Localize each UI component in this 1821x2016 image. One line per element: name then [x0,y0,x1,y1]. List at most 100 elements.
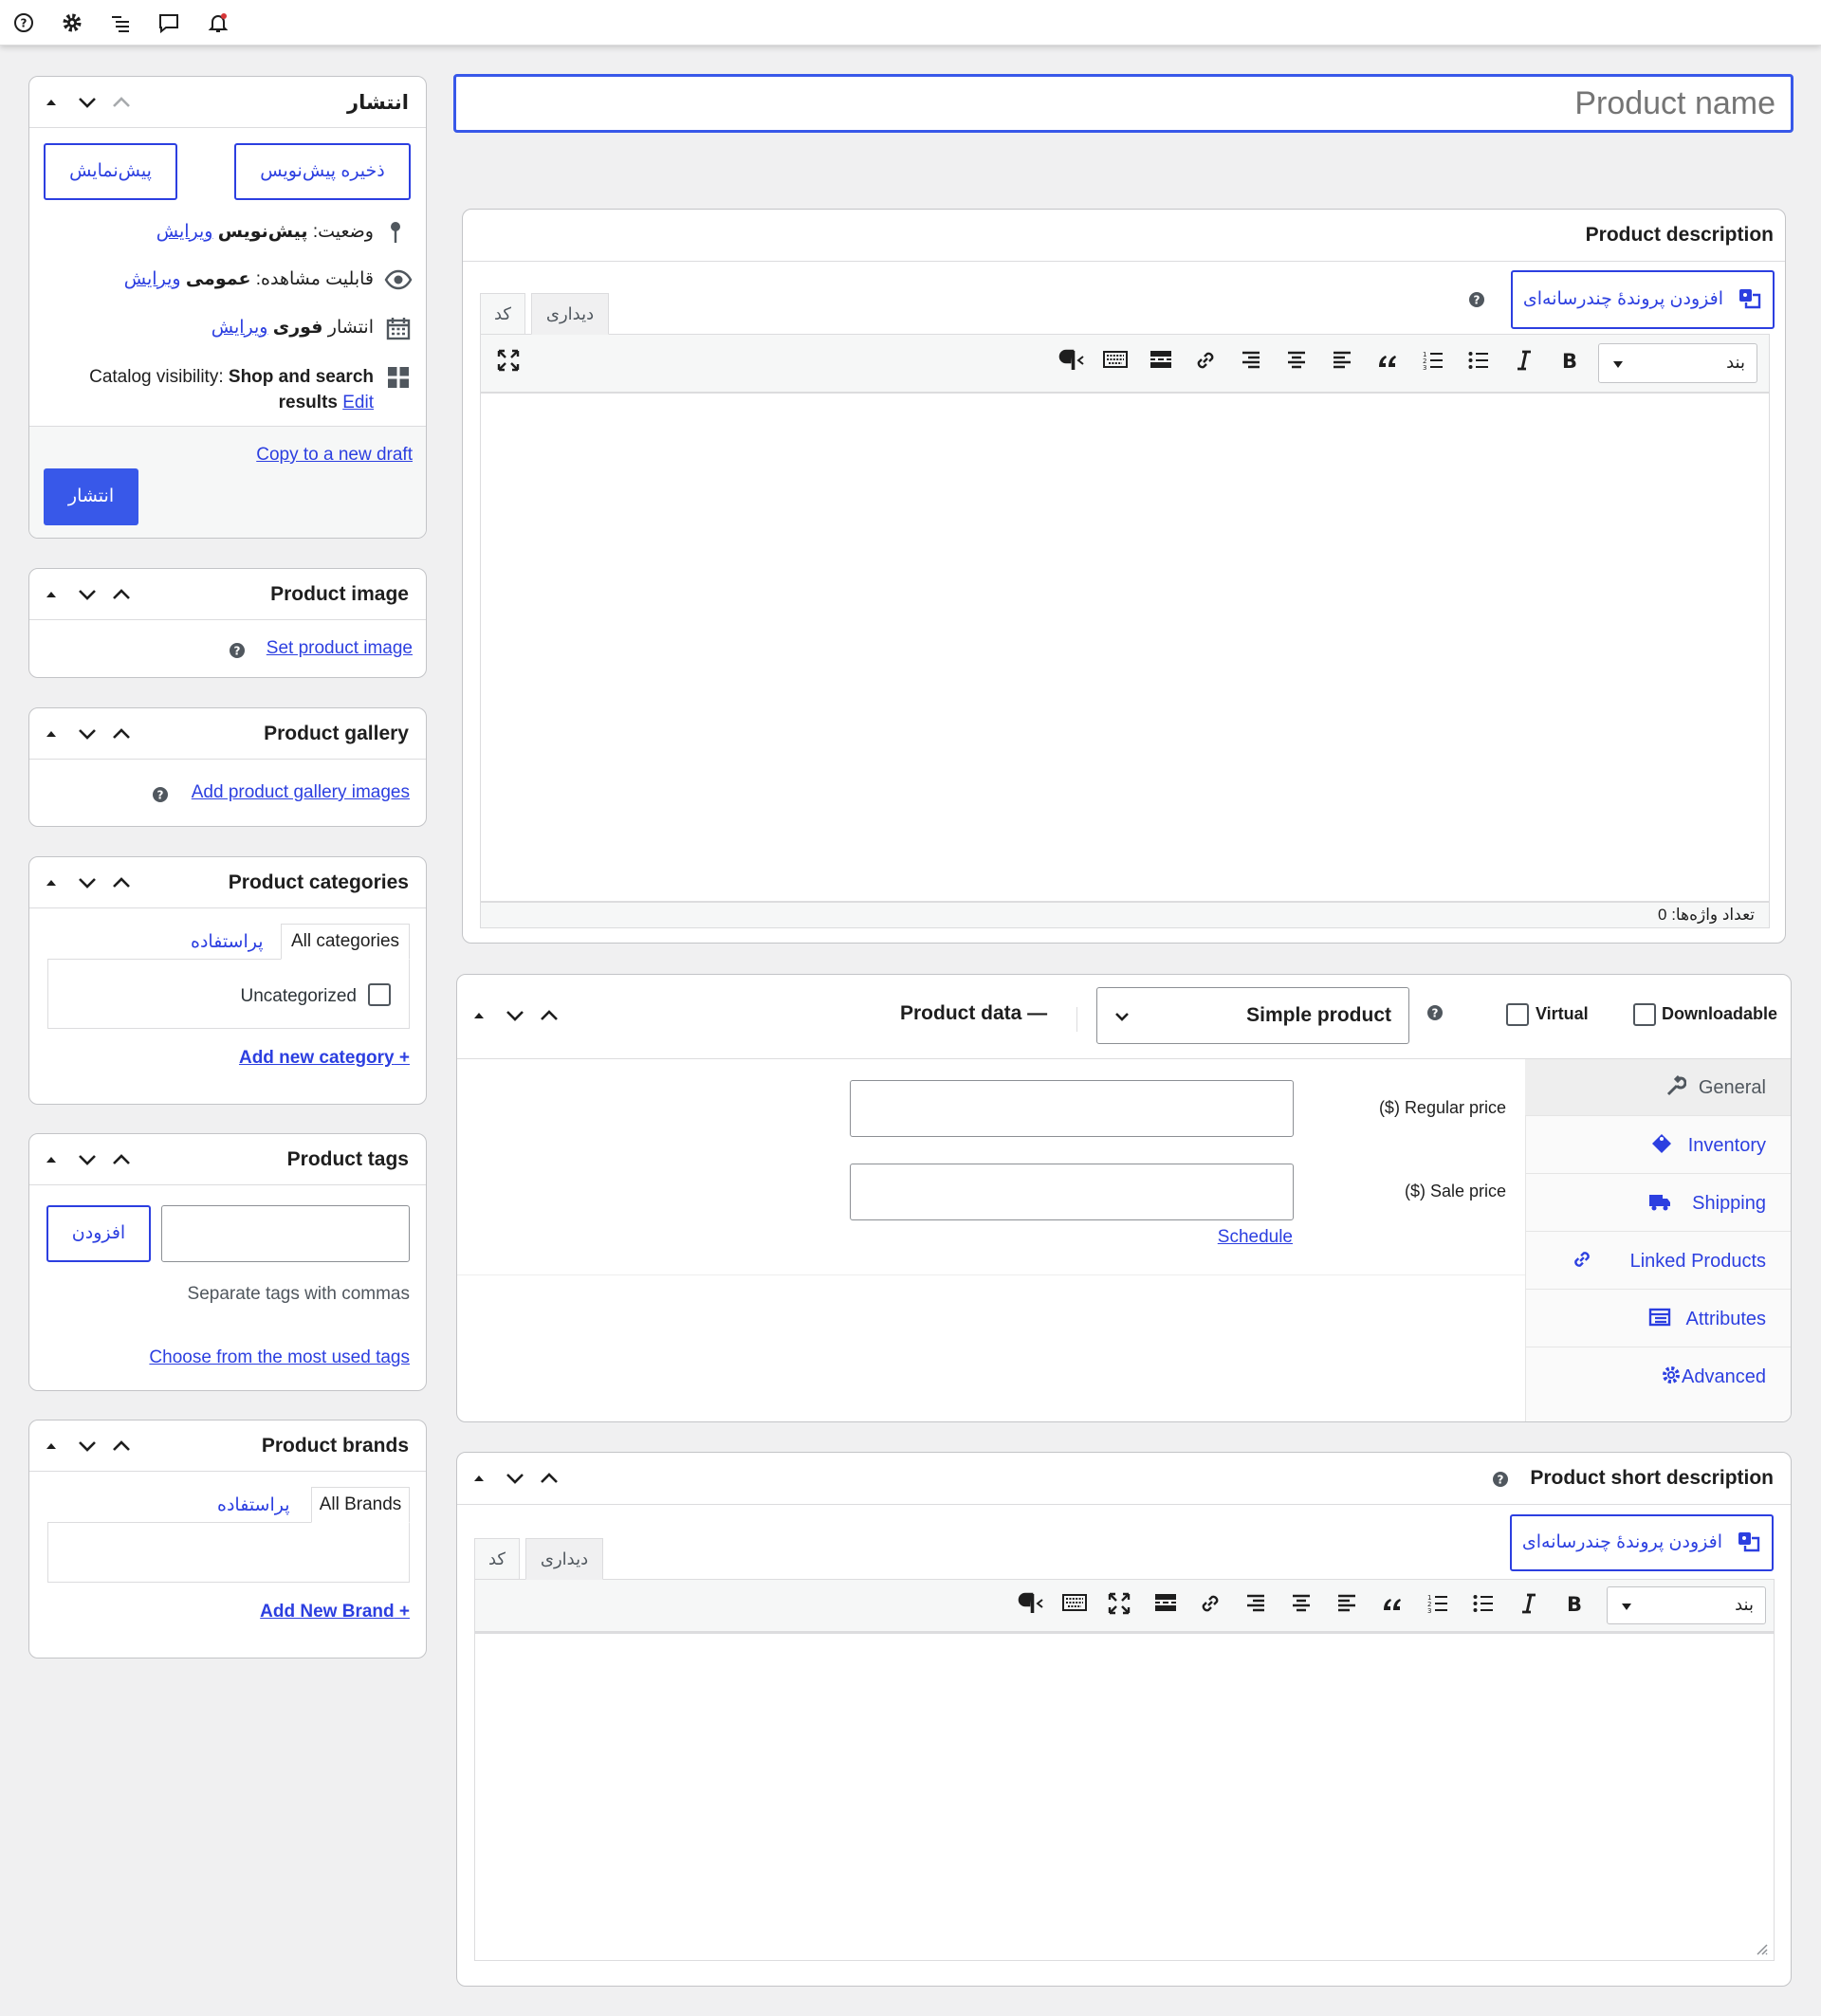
move-up-icon[interactable] [39,582,67,607]
short-description-editor-area[interactable] [474,1632,1775,1961]
status-edit-link[interactable]: ویرایش [156,222,213,242]
bold-icon[interactable] [1557,348,1586,376]
move-up-icon[interactable] [39,1147,67,1172]
gear-icon[interactable] [61,11,83,34]
tab-shipping[interactable]: Shipping [1525,1175,1791,1232]
tab-all-categories[interactable]: All categories [281,924,410,960]
move-up-icon[interactable] [467,1466,495,1491]
tag-input[interactable] [161,1205,410,1262]
regular-price-input[interactable] [850,1080,1294,1137]
blockquote-icon[interactable] [1375,348,1404,376]
tab-code[interactable]: کد [480,293,525,335]
virtual-checkbox[interactable] [1506,1003,1529,1026]
align-right-icon[interactable] [1239,348,1267,376]
align-right-icon[interactable] [1243,1591,1272,1620]
copy-to-draft-link[interactable]: Copy to a new draft [256,445,413,466]
move-up-icon[interactable] [39,722,67,746]
description-editor-area[interactable] [480,393,1770,902]
tab-linked-products[interactable]: Linked Products [1525,1233,1791,1290]
format-select[interactable]: بند [1598,343,1757,383]
tab-all-brands[interactable]: All Brands [311,1487,410,1523]
add-new-category-link[interactable]: + Add new category [239,1048,410,1069]
product-name-input[interactable] [453,74,1793,133]
publish-time-edit-link[interactable]: ویرایش [212,318,268,338]
product-type-select[interactable]: Simple product [1096,987,1409,1044]
add-gallery-images-link[interactable]: Add product gallery images [192,782,410,803]
add-media-button[interactable]: افزودن پروندهٔ چندرسانه‌ای [1511,270,1775,329]
tab-visual[interactable]: دیداری [525,1538,603,1580]
chevron-up-icon[interactable] [107,90,136,115]
move-up-icon[interactable] [39,1434,67,1458]
tab-most-used[interactable]: پراستفاده [191,931,264,953]
bell-icon[interactable] [207,11,230,34]
chevron-down-icon[interactable] [73,1147,101,1172]
align-center-icon[interactable] [1289,1591,1317,1620]
chevron-down-icon[interactable] [73,722,101,746]
downloadable-checkbox[interactable] [1633,1003,1656,1026]
chevron-down-icon[interactable] [73,582,101,607]
chevron-down-icon[interactable] [501,1003,529,1028]
help-icon[interactable] [151,785,170,804]
ordered-list-icon[interactable] [1421,348,1449,376]
tab-attributes[interactable]: Attributes [1525,1291,1791,1347]
paragraph-icon[interactable] [1016,1591,1044,1620]
bullet-list-icon[interactable] [1466,348,1495,376]
comment-icon[interactable] [157,11,180,34]
help-icon[interactable]: ? [12,11,35,34]
chevron-down-icon[interactable] [73,90,101,115]
paragraph-icon[interactable] [1057,348,1085,376]
help-icon[interactable] [1426,1003,1444,1022]
blockquote-icon[interactable] [1380,1591,1408,1620]
italic-icon[interactable] [1512,348,1540,376]
sale-price-input[interactable] [850,1164,1294,1220]
keyboard-icon[interactable] [1061,1591,1090,1620]
chevron-down-icon[interactable] [73,871,101,895]
chevron-down-icon[interactable] [501,1466,529,1491]
chevron-down-icon[interactable] [73,1434,101,1458]
help-icon[interactable] [228,641,247,660]
bullet-list-icon[interactable] [1471,1591,1499,1620]
add-media-button[interactable]: افزودن پروندهٔ چندرسانه‌ای [1510,1514,1774,1571]
link-icon[interactable] [1193,348,1222,376]
chevron-up-icon[interactable] [107,871,136,895]
link-icon[interactable] [1198,1591,1226,1620]
chevron-up-icon[interactable] [107,1434,136,1458]
save-draft-button[interactable]: ذخیره پیش‌نویس [234,143,411,200]
chevron-up-icon[interactable] [535,1466,563,1491]
align-left-icon[interactable] [1334,1591,1363,1620]
keyboard-icon[interactable] [1102,348,1131,376]
bold-icon[interactable] [1562,1591,1591,1620]
chevron-up-icon[interactable] [107,722,136,746]
list-icon[interactable] [109,11,132,34]
resize-handle-icon[interactable] [1753,1940,1768,1955]
help-icon[interactable] [1491,1470,1510,1489]
tab-general[interactable]: General [1525,1059,1791,1116]
tab-most-used[interactable]: پراستفاده [217,1494,290,1516]
tab-inventory[interactable]: Inventory [1525,1117,1791,1174]
read-more-icon[interactable] [1148,348,1176,376]
help-icon[interactable] [1467,290,1486,309]
move-up-icon[interactable] [467,1003,495,1028]
chevron-up-icon[interactable] [107,582,136,607]
catalog-edit-link[interactable]: Edit [342,393,374,412]
set-product-image-link[interactable]: Set product image [267,638,413,659]
format-select[interactable]: بند [1607,1586,1766,1624]
ordered-list-icon[interactable] [1426,1591,1454,1620]
align-center-icon[interactable] [1284,348,1313,376]
chevron-up-icon[interactable] [107,1147,136,1172]
add-new-brand-link[interactable]: + Add New Brand [260,1602,410,1622]
italic-icon[interactable] [1517,1591,1545,1620]
tab-visual[interactable]: دیداری [531,293,609,335]
preview-button[interactable]: پیش‌نمایش [44,143,177,200]
visibility-edit-link[interactable]: ویرایش [124,269,181,289]
tab-advanced[interactable]: Advanced [1525,1348,1791,1405]
tab-code[interactable]: کد [474,1538,520,1580]
choose-most-used-tags-link[interactable]: Choose from the most used tags [149,1347,410,1368]
add-tag-button[interactable]: افزودن [46,1205,151,1262]
category-uncategorized-checkbox[interactable] [368,983,391,1006]
read-more-icon[interactable] [1152,1591,1181,1620]
move-up-icon[interactable] [39,90,67,115]
publish-button[interactable]: انتشار [44,468,138,525]
schedule-link[interactable]: Schedule [1218,1227,1293,1248]
fullscreen-icon[interactable] [496,348,521,373]
